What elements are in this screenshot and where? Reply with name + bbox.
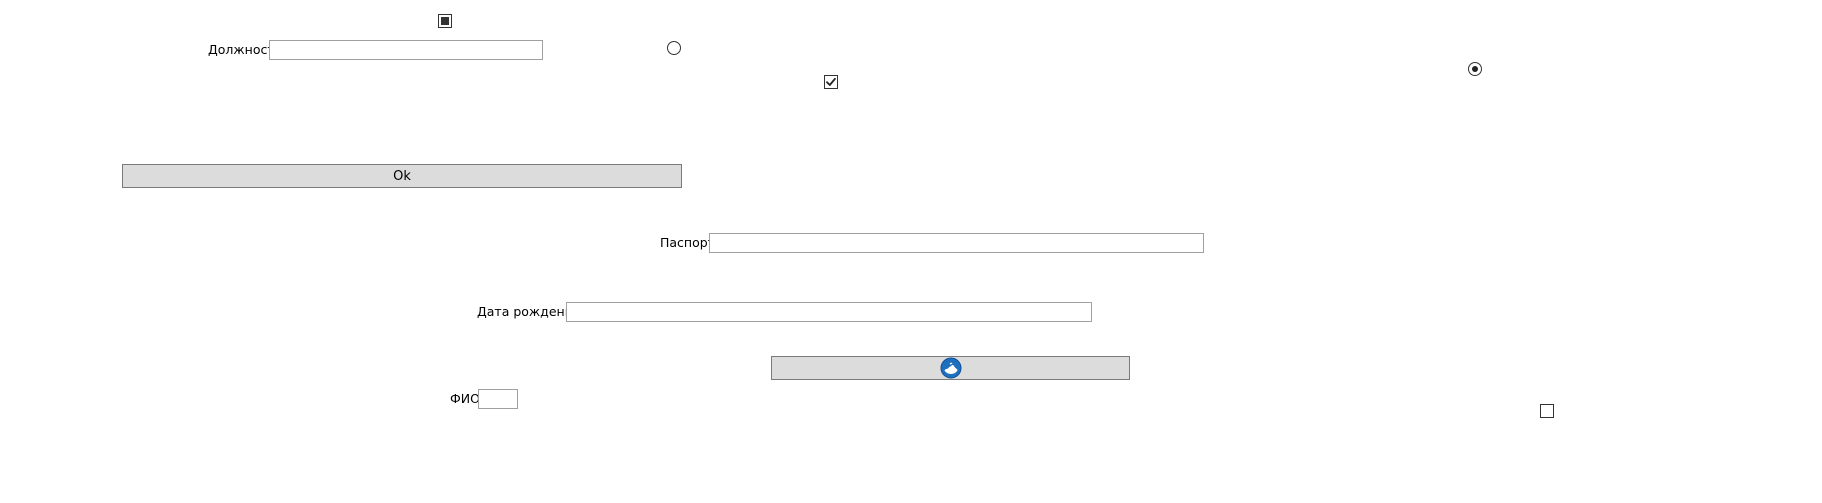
icon-button[interactable] (771, 356, 1130, 380)
radio-selected-dot (1472, 66, 1478, 72)
globe-icon (940, 357, 961, 379)
full-name-input[interactable] (478, 389, 518, 409)
checkbox-indeterminate-mark (441, 17, 449, 25)
passport-label: Паспорт (660, 235, 715, 250)
passport-input[interactable] (709, 233, 1204, 253)
checkmark-icon (826, 77, 836, 86)
checkbox-unchecked[interactable] (1540, 404, 1554, 418)
ok-button-label: Ok (393, 168, 411, 184)
birth-date-input[interactable] (566, 302, 1092, 322)
position-input[interactable] (269, 40, 543, 60)
checkbox-checked[interactable] (824, 75, 838, 89)
position-label: Должность (208, 42, 283, 57)
radio-button-selected[interactable] (1468, 62, 1482, 76)
full-name-label: ФИО (450, 391, 480, 406)
birth-date-label: Дата рождения (477, 304, 581, 319)
checkbox-indeterminate[interactable] (438, 14, 452, 28)
radio-button-unselected[interactable] (667, 41, 681, 55)
ok-button[interactable]: Ok (122, 164, 682, 188)
